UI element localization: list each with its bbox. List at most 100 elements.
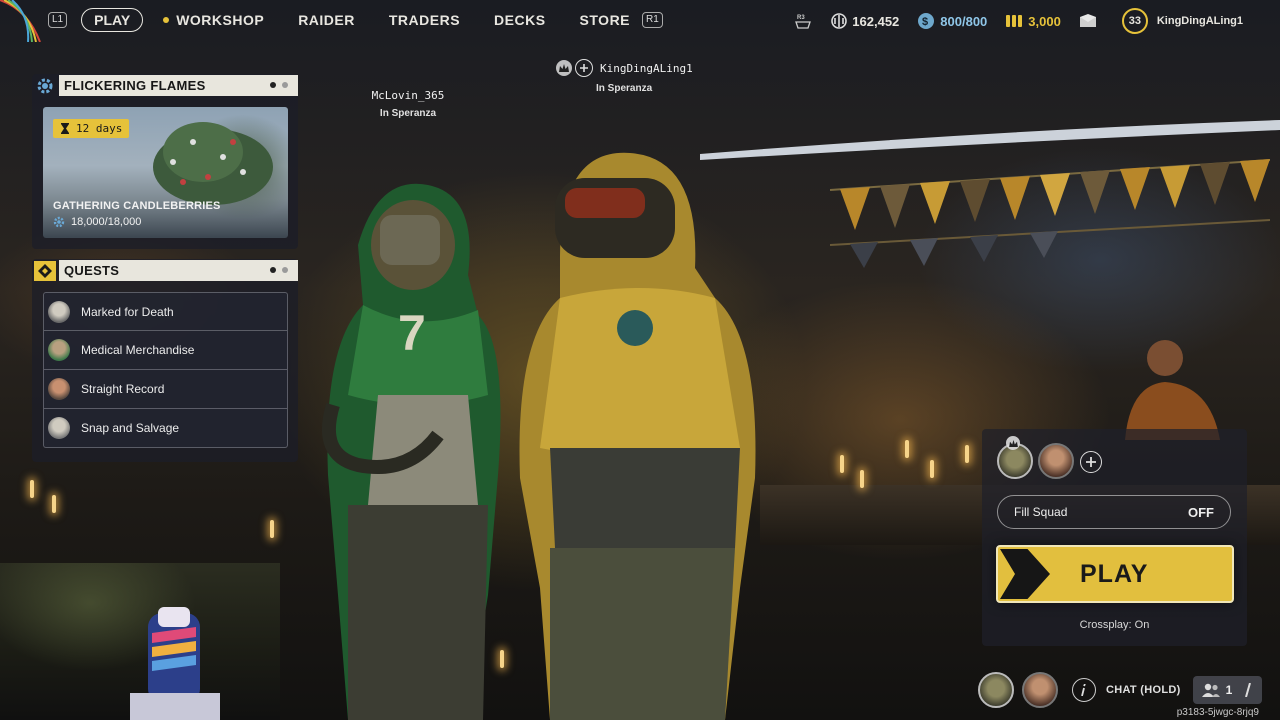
event-progress: 18,000/18,000 [53, 216, 141, 228]
candle [930, 460, 934, 478]
quest-label: Straight Record [81, 382, 165, 396]
raider-token-icon [831, 13, 848, 29]
main-nav: L1 PLAY WORKSHOP RAIDER TRADERS DECKS ST… [48, 8, 663, 32]
squad-slot-member[interactable] [1038, 443, 1074, 479]
tab-decks[interactable]: DECKS [494, 12, 546, 28]
quest-list: Marked for Death Medical Merchandise Str… [43, 292, 288, 448]
squad-avatar-leader[interactable] [978, 672, 1014, 708]
candle [30, 480, 34, 498]
chevron-right-icon [1000, 549, 1050, 599]
r3-hint[interactable]: R3 [794, 12, 817, 30]
friends-count: 1 [1225, 683, 1233, 697]
tab-workshop[interactable]: WORKSHOP [163, 12, 264, 28]
r-stick-icon [1245, 683, 1252, 697]
player-level-badge: 33 [1121, 8, 1148, 34]
quest-label: Snap and Salvage [81, 421, 180, 435]
candleberry-bush-image [153, 122, 273, 205]
event-card[interactable]: 12 days GATHERING CANDLEBERRIES 18,000/1… [43, 107, 288, 238]
coins-icon [1006, 15, 1023, 27]
bunting-flags [830, 159, 1270, 268]
hourglass-icon [61, 123, 69, 134]
quest-item[interactable]: Medical Merchandise [43, 331, 288, 370]
event-time-left: 12 days [76, 122, 123, 135]
page-dot-active [270, 267, 276, 273]
quests-panel-header[interactable]: QUESTS [59, 260, 298, 281]
tab-workshop-label: WORKSHOP [176, 12, 265, 28]
quests-page-dots[interactable] [264, 267, 288, 273]
tab-raider[interactable]: RAIDER [298, 12, 355, 28]
player-location: In Speranza [379, 108, 437, 119]
quest-giver-avatar [48, 300, 70, 323]
add-friend-icon[interactable] [575, 59, 593, 77]
credits-icon: $ [918, 13, 935, 29]
gaming-chair-image [130, 607, 220, 720]
friends-button[interactable]: 1 [1192, 676, 1263, 704]
candle [500, 650, 504, 668]
chat-info-icon[interactable] [1072, 678, 1096, 702]
mail-button[interactable] [1079, 14, 1102, 28]
raider-tokens-value: 162,452 [852, 13, 900, 29]
page-dot [282, 267, 288, 273]
profile-username[interactable]: KingDingALing1 [1157, 15, 1243, 27]
fill-squad-label: Fill Squad [1014, 505, 1068, 519]
quest-label: Marked for Death [81, 304, 174, 319]
player-tag-right[interactable]: KingDingALing1 In Speranza [556, 59, 696, 94]
gear-icon [53, 216, 65, 228]
fill-squad-value: OFF [1188, 504, 1214, 520]
raider-green-suit: 7 [321, 183, 501, 720]
player-name: McLovin_365 [371, 89, 445, 102]
friends-icon [1201, 683, 1220, 697]
quest-item[interactable]: Straight Record [43, 370, 288, 409]
quest-giver-avatar [48, 378, 70, 400]
streamer-webcam [0, 563, 280, 720]
event-gear-icon [37, 78, 53, 94]
quest-item[interactable]: Snap and Salvage [43, 409, 288, 448]
svg-text:7: 7 [398, 305, 426, 361]
candle [840, 455, 844, 473]
rainbow-stripe-logo [0, 0, 41, 42]
coins-value: 3,000 [1028, 13, 1061, 29]
tab-traders[interactable]: TRADERS [389, 12, 460, 28]
play-button[interactable]: PLAY [996, 545, 1234, 603]
r1-button-hint: R1 [642, 12, 663, 28]
player-tag-left[interactable]: McLovin_365 In Speranza [360, 89, 456, 119]
page-dot-active [270, 82, 276, 88]
notification-dot-icon [163, 17, 170, 23]
event-challenge-name: GATHERING CANDLEBERRIES [53, 200, 221, 212]
event-time-badge: 12 days [53, 119, 130, 138]
candle [430, 640, 434, 658]
currency-bar: R3 162,452 $ 800/800 3,000 33 KingDingAL… [794, 8, 1280, 34]
quest-giver-avatar [48, 339, 70, 361]
coins-currency: 3,000 [1005, 13, 1061, 29]
r3-stick-icon: R3 [795, 15, 812, 29]
bottom-social-bar: CHAT (HOLD) 1 [978, 672, 1263, 708]
tab-play[interactable]: PLAY [81, 8, 144, 32]
ceiling-light-bar [700, 120, 1280, 160]
candle [965, 445, 969, 463]
quests-title: QUESTS [64, 263, 120, 278]
svg-text:$: $ [922, 16, 928, 28]
mail-icon [1079, 14, 1096, 27]
event-panel-header[interactable]: FLICKERING FLAMES [59, 75, 298, 96]
chat-hold-label[interactable]: CHAT (HOLD) [1106, 684, 1181, 696]
top-navigation-bar: L1 PLAY WORKSHOP RAIDER TRADERS DECKS ST… [0, 0, 1280, 42]
crown-icon [1006, 436, 1020, 450]
tab-store[interactable]: STORE [580, 12, 630, 28]
npc-bartender [1125, 340, 1220, 440]
play-button-label: PLAY [1080, 559, 1149, 588]
page-dot [282, 82, 288, 88]
event-page-dots[interactable] [264, 82, 288, 88]
squad-avatar-member[interactable] [1022, 672, 1058, 708]
add-squad-member-icon[interactable] [1080, 451, 1102, 473]
candle [52, 495, 56, 513]
session-code: p3183-5jwgc-8rjq9 [1176, 707, 1259, 718]
svg-text:R3: R3 [797, 15, 805, 21]
candle [905, 440, 909, 458]
candle [270, 520, 274, 538]
player-location: In Speranza [596, 83, 653, 94]
event-title: FLICKERING FLAMES [64, 78, 206, 93]
quest-item[interactable]: Marked for Death [43, 292, 288, 331]
l1-button-hint: L1 [48, 12, 68, 28]
fill-squad-toggle[interactable]: Fill Squad OFF [997, 495, 1231, 529]
player-tag-row: KingDingALing1 [556, 59, 696, 77]
